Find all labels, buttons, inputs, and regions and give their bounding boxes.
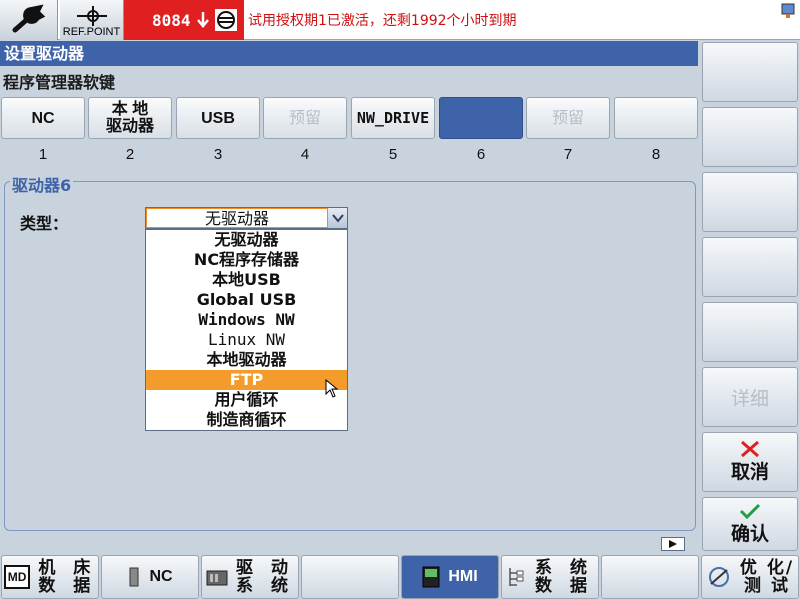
type-label: 类型： — [20, 214, 69, 233]
close-icon — [741, 440, 759, 457]
mouse-pointer-icon — [325, 379, 339, 398]
slot-label: USB — [201, 109, 235, 127]
system-data-label-1: 系 统 — [535, 558, 593, 578]
scroll-right-button[interactable] — [661, 537, 685, 551]
combobox-value: 无驱动器 — [146, 208, 328, 228]
cancel-button[interactable]: 取消 — [702, 432, 798, 492]
md-icon: MD — [3, 565, 31, 589]
alarm-indicator[interactable]: 8084 — [124, 0, 244, 40]
nc-cabinet-icon — [129, 567, 139, 587]
section-subtitle: 程序管理器软键 — [3, 73, 116, 92]
option-global-usb[interactable]: Global USB — [146, 290, 347, 310]
drive-group-box — [4, 181, 696, 531]
slot-number: 2 — [125, 146, 135, 163]
drive-label-1: 驱 动 — [236, 558, 294, 578]
details-button[interactable]: 详细 — [702, 367, 798, 427]
slot-label: NW_DRIVE — [356, 108, 430, 127]
system-data-label-2: 数 据 — [535, 576, 593, 596]
option-nc-storage[interactable]: NC程序存储器 — [146, 250, 347, 270]
vertical-softkey-2[interactable] — [702, 107, 798, 167]
slot-number: 8 — [651, 146, 661, 163]
hmi-button[interactable]: HMI — [401, 555, 499, 599]
vertical-softkey-3[interactable] — [702, 172, 798, 232]
wrench-icon-button[interactable] — [0, 0, 58, 40]
slot-number: 5 — [388, 146, 398, 163]
tuning-icon — [708, 567, 729, 587]
machine-data-label-2: 数 据 — [38, 576, 97, 596]
option-ftp[interactable]: FTP — [146, 370, 347, 390]
arrow-right-icon — [669, 540, 677, 548]
slot-4-button[interactable]: 预留 — [263, 97, 347, 139]
slot-label: 预留 — [288, 109, 321, 127]
ok-label: 确认 — [730, 522, 769, 545]
page-title: 设置驱动器 — [0, 41, 698, 66]
checkmark-icon — [739, 503, 761, 519]
option-manufacturer-cycles[interactable]: 制造商循环 — [146, 410, 347, 430]
channel-status-icon — [781, 3, 795, 18]
slot-6-button[interactable] — [439, 97, 523, 139]
type-dropdown-list[interactable]: 无驱动器 NC程序存储器 本地USB Global USB Windows NW… — [145, 229, 348, 431]
alarm-code: 8084 — [152, 10, 191, 30]
option-windows-nw[interactable]: Windows NW — [146, 310, 347, 330]
slot-number: 4 — [300, 146, 310, 163]
machine-data-label-1: 机 床 — [38, 558, 97, 578]
machine-data-button[interactable]: MD 机 床数 据 — [1, 555, 99, 599]
optimize-test-button[interactable]: 优 化/测 试 — [701, 555, 799, 599]
empty-softkey-2[interactable] — [601, 555, 699, 599]
option-local-drive[interactable]: 本地驱动器 — [146, 350, 347, 370]
alarm-cancel-icon — [214, 9, 237, 31]
top-status-bar: REF.POINT 8084 试用授权期1已激活，还剩1992个小时到期 — [0, 0, 800, 40]
vertical-softkey-1[interactable] — [702, 42, 798, 102]
slot-label-line2: 驱动器 — [105, 118, 154, 135]
chevron-down-icon[interactable] — [327, 208, 347, 228]
hmi-screen-icon — [422, 566, 440, 588]
system-data-button[interactable]: 系 统数 据 — [501, 555, 599, 599]
slot-label: 预留 — [551, 109, 584, 127]
tree-icon — [509, 568, 524, 586]
slot-label-line1: 本 地 — [111, 101, 149, 118]
optimize-label-1: 优 化/ — [739, 558, 795, 578]
empty-softkey[interactable] — [301, 555, 399, 599]
nc-label: NC — [149, 568, 173, 585]
slot-8-button[interactable] — [614, 97, 698, 139]
ok-button[interactable]: 确认 — [702, 497, 798, 551]
hmi-label: HMI — [448, 568, 478, 585]
option-user-cycles[interactable]: 用户循环 — [146, 390, 347, 410]
type-combobox[interactable]: 无驱动器 — [145, 207, 348, 229]
option-linux-nw[interactable]: Linux NW — [146, 330, 347, 350]
optimize-label-2: 测 试 — [744, 576, 790, 596]
slot-number: 3 — [213, 146, 223, 163]
details-label: 详细 — [730, 387, 769, 410]
slot-1-button[interactable]: NC — [1, 97, 85, 139]
group-title: 驱动器6 — [10, 172, 74, 196]
drive-icon — [206, 570, 228, 586]
slot-5-button[interactable]: NW_DRIVE — [351, 97, 435, 139]
ref-point-label: REF.POINT — [62, 26, 121, 38]
slot-7-button[interactable]: 预留 — [526, 97, 610, 139]
cancel-label: 取消 — [730, 460, 769, 483]
option-local-usb[interactable]: 本地USB — [146, 270, 347, 290]
slot-number: 1 — [38, 146, 48, 163]
nc-button[interactable]: NC — [101, 555, 199, 599]
drive-system-button[interactable]: 驱 动系 统 — [201, 555, 299, 599]
wrench-icon — [12, 4, 45, 33]
slot-2-button[interactable]: 本 地 驱动器 — [88, 97, 172, 139]
arrow-down-icon — [196, 12, 209, 28]
option-no-drive[interactable]: 无驱动器 — [146, 230, 347, 250]
ref-point-icon — [76, 6, 107, 26]
slot-number: 7 — [563, 146, 573, 163]
vertical-softkey-4[interactable] — [702, 237, 798, 297]
ref-point-button[interactable]: REF.POINT — [60, 0, 124, 40]
slot-number: 6 — [476, 146, 486, 163]
slot-3-button[interactable]: USB — [176, 97, 260, 139]
alarm-message: 试用授权期1已激活，还剩1992个小时到期 — [248, 13, 517, 29]
slot-label: NC — [31, 109, 55, 127]
drive-label-2: 系 统 — [236, 576, 294, 596]
vertical-softkey-5[interactable] — [702, 302, 798, 362]
